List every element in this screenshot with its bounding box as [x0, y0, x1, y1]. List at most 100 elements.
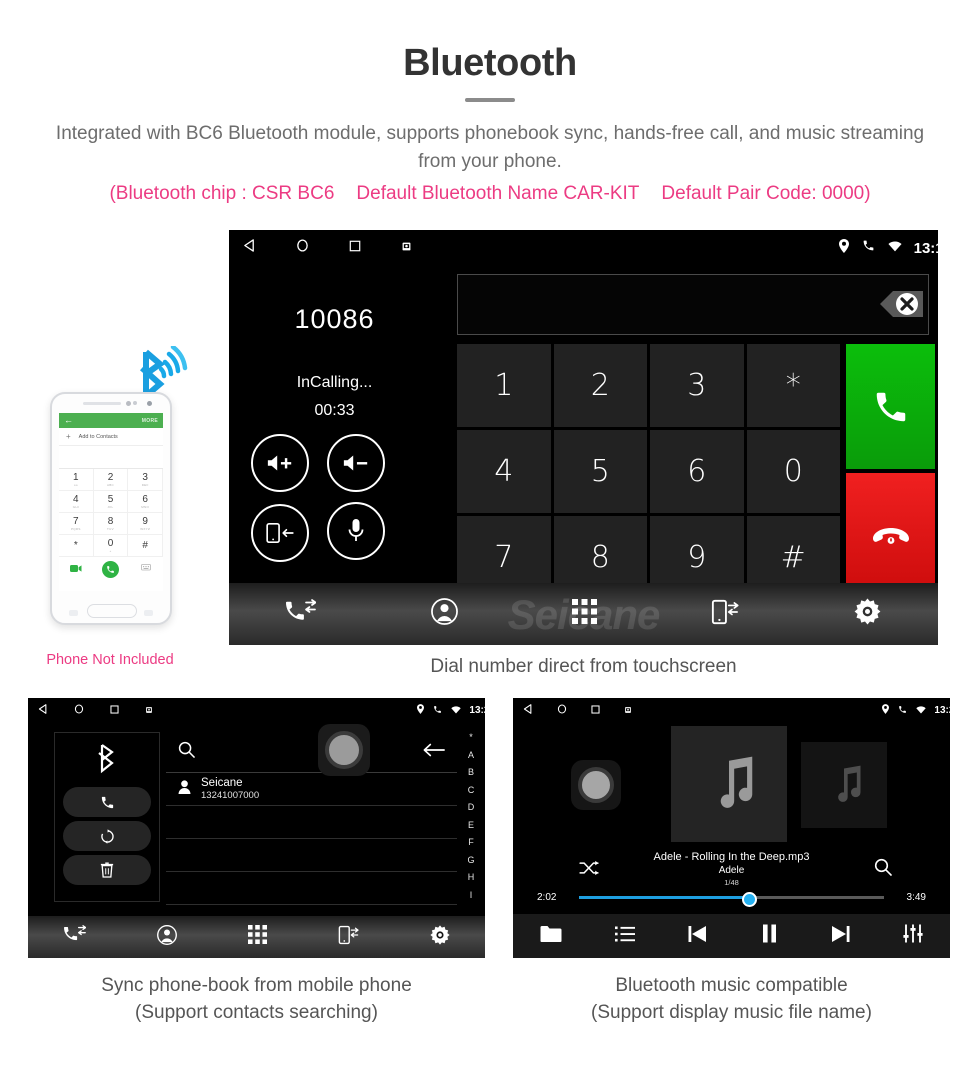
- recents-icon[interactable]: [110, 701, 119, 719]
- album-art-next[interactable]: [801, 742, 887, 828]
- gear-icon[interactable]: [854, 598, 881, 630]
- track-artist: Adele: [718, 865, 745, 876]
- keypad-key-1[interactable]: 1: [457, 344, 551, 427]
- keypad-key-6[interactable]: 6: [650, 430, 744, 513]
- alpha-index-star[interactable]: *: [469, 732, 473, 742]
- alphabet-index[interactable]: * A B C D E F G H I: [463, 732, 479, 900]
- gear-icon[interactable]: [429, 924, 450, 950]
- delete-contacts-button[interactable]: [63, 855, 151, 885]
- previous-track-button[interactable]: [688, 925, 708, 948]
- keypad-grid-icon[interactable]: [247, 925, 267, 949]
- phone-sync-tab[interactable]: [711, 598, 739, 631]
- dial-input-field[interactable]: [457, 274, 929, 335]
- screenshot-icon[interactable]: [624, 701, 632, 719]
- transfer-to-phone-button[interactable]: [251, 504, 309, 562]
- alpha-index-I[interactable]: I: [470, 890, 473, 900]
- location-pin-icon: [417, 701, 425, 719]
- phone-key-4[interactable]: 4 GHI: [59, 491, 94, 513]
- phone-key-8[interactable]: 8 TUV: [93, 513, 129, 535]
- sync-contacts-button[interactable]: [63, 821, 151, 851]
- status-bar: 13:17: [229, 230, 938, 266]
- phone-keypad[interactable]: 1 oo 2 ABC 3 DEF 4 GHI 5 JKL 6 MNO 7 PQRS 8 TUV 9 WXYZ * 0 +…: [59, 469, 163, 557]
- keypad-key-star[interactable]: *: [746, 344, 840, 427]
- more-button[interactable]: MORE: [142, 418, 158, 424]
- backspace-clear-icon[interactable]: [862, 284, 923, 324]
- phone-number-field[interactable]: [59, 446, 163, 469]
- caption-music-line1: Bluetooth music compatible: [615, 975, 848, 996]
- contact-row[interactable]: Seicane 13241007000: [166, 773, 457, 806]
- phone-key-3[interactable]: 3 DEF: [128, 469, 163, 491]
- alpha-index-F[interactable]: F: [468, 837, 474, 847]
- alpha-index-A[interactable]: A: [468, 750, 474, 760]
- phone-key-7[interactable]: 7 PQRS: [59, 513, 94, 535]
- alpha-index-D[interactable]: D: [468, 802, 475, 812]
- call-button[interactable]: [846, 344, 935, 469]
- wifi-icon: [888, 239, 902, 257]
- phonebook-sidebar: [54, 732, 160, 902]
- home-icon[interactable]: [296, 239, 309, 257]
- volume-knob-overlay[interactable]: [571, 760, 621, 810]
- dial-contact-button[interactable]: [63, 787, 151, 817]
- phone-key-6[interactable]: 6 MNO: [128, 491, 163, 513]
- keyboard-toggle-icon[interactable]: [140, 560, 151, 578]
- album-art-current[interactable]: [671, 726, 787, 842]
- screenshot-icon[interactable]: [401, 239, 412, 257]
- back-icon[interactable]: [523, 701, 533, 719]
- screenshot-icon[interactable]: [145, 701, 153, 719]
- recents-icon[interactable]: [591, 701, 600, 719]
- alpha-index-H[interactable]: H: [468, 872, 475, 882]
- phone-key-star[interactable]: *: [59, 535, 94, 557]
- back-icon[interactable]: [38, 701, 48, 719]
- keypad-key-0[interactable]: 0: [746, 430, 840, 513]
- back-arrow-icon[interactable]: ←: [64, 416, 73, 425]
- alpha-index-C[interactable]: C: [468, 785, 475, 795]
- contacts-tab[interactable]: [430, 598, 458, 630]
- phone-key-hash[interactable]: #: [128, 535, 163, 557]
- phone-call-button[interactable]: [102, 560, 120, 578]
- playlist-button[interactable]: [614, 926, 635, 947]
- volume-knob-overlay[interactable]: [318, 724, 370, 776]
- alpha-index-G[interactable]: G: [467, 855, 474, 865]
- search-bar[interactable]: [166, 724, 457, 776]
- spec-line: (Bluetooth chip : CSR BC6 Default Blueto…: [0, 183, 980, 205]
- alpha-index-E[interactable]: E: [468, 820, 474, 830]
- keypad-grid[interactable]: 1 2 3 * 4 5 6 0 7 8 9 #: [457, 344, 840, 599]
- back-arrow-icon[interactable]: [423, 743, 445, 762]
- keypad-key-3[interactable]: 3: [650, 344, 744, 427]
- alpha-index-B[interactable]: B: [468, 767, 474, 777]
- phone-key-5[interactable]: 5 JKL: [93, 491, 129, 513]
- phone-key-2[interactable]: 2 ABC: [93, 469, 129, 491]
- keypad-key-2[interactable]: 2: [553, 344, 647, 427]
- browse-folder-button[interactable]: [540, 925, 562, 948]
- recents-icon[interactable]: [349, 239, 361, 257]
- phone-sync-tab[interactable]: [338, 925, 359, 950]
- phone-key-1[interactable]: 1 oo: [59, 469, 94, 491]
- hangup-button[interactable]: [846, 473, 935, 599]
- volume-down-button[interactable]: [327, 434, 386, 492]
- back-icon[interactable]: [243, 239, 256, 257]
- volume-up-button[interactable]: [251, 434, 309, 492]
- keypad-key-5[interactable]: 5: [553, 430, 647, 513]
- home-icon[interactable]: [557, 701, 567, 719]
- contacts-tab[interactable]: [156, 924, 177, 950]
- video-call-icon[interactable]: [70, 560, 82, 578]
- call-log-tab[interactable]: [286, 598, 317, 630]
- contact-row-empty: [166, 872, 457, 905]
- wifi-icon: [451, 701, 462, 719]
- phone-key-0[interactable]: 0 +: [93, 535, 129, 557]
- progress-slider[interactable]: [579, 892, 884, 907]
- progress-thumb[interactable]: [741, 892, 757, 907]
- mute-microphone-button[interactable]: [327, 502, 386, 560]
- equalizer-button[interactable]: [903, 924, 923, 948]
- phone-home-button[interactable]: [87, 604, 137, 618]
- home-icon[interactable]: [74, 701, 84, 719]
- next-track-button[interactable]: [830, 925, 850, 948]
- phone-key-9[interactable]: 9 WXYZ: [128, 513, 163, 535]
- phone-not-included-label: Phone Not Included: [46, 652, 174, 668]
- phone-softkey-right: [144, 610, 153, 616]
- pause-button[interactable]: [762, 924, 777, 948]
- keypad-grid-icon[interactable]: [571, 599, 597, 629]
- add-to-contacts-row[interactable]: + Add to Contacts: [59, 428, 163, 446]
- call-log-tab[interactable]: [63, 925, 86, 949]
- keypad-key-4[interactable]: 4: [457, 430, 551, 513]
